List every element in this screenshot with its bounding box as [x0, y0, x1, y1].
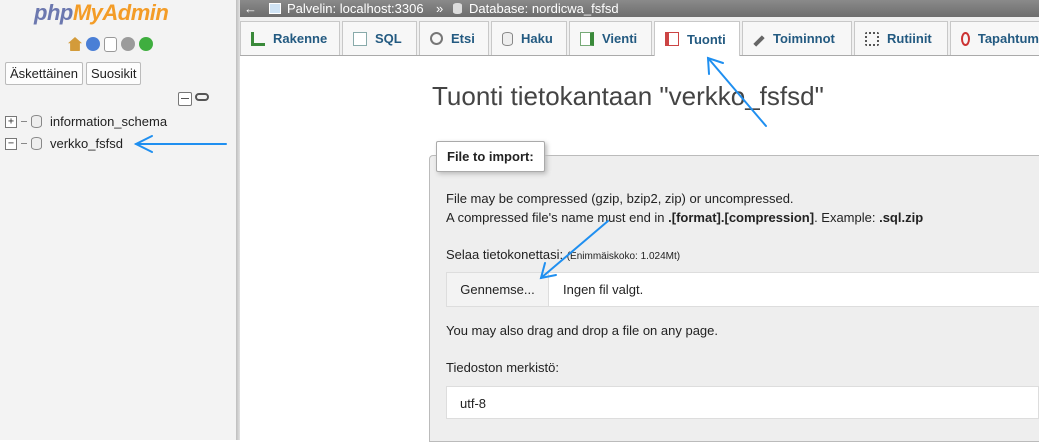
tab-routines[interactable]: Rutiinit: [854, 21, 948, 55]
file-status-text: Ingen fil valgt.: [563, 282, 644, 297]
favorites-tab[interactable]: Suosikit: [85, 62, 142, 85]
tree-line: [21, 121, 27, 122]
browse-button[interactable]: Gennemse...: [447, 273, 549, 306]
routines-icon: [865, 31, 879, 46]
drag-drop-hint: You may also drag and drop a file on any…: [446, 323, 718, 338]
tab-query[interactable]: Haku: [491, 21, 567, 55]
clock-icon: [961, 31, 970, 46]
page-title: Tuonti tietokantaan "verkko_fsfsd": [432, 81, 824, 111]
tab-events[interactable]: Tapahtum: [950, 21, 1039, 55]
db-tree-item-verkko-fsfsd[interactable]: − verkko_fsfsd: [5, 136, 123, 151]
tab-sql[interactable]: SQL: [342, 21, 417, 55]
search-icon: [430, 32, 443, 45]
reload-icon[interactable]: [139, 37, 153, 51]
charset-label: Tiedoston merkistö:: [446, 360, 559, 375]
tab-structure[interactable]: Rakenne: [240, 21, 340, 55]
compression-info: File may be compressed (gzip, bzip2, zip…: [446, 191, 794, 206]
sidebar-resize-handle[interactable]: [236, 0, 240, 440]
navigation-sidebar: phpMyAdmin Äskettäinen Suosikit + inform…: [0, 0, 237, 440]
docs-icon[interactable]: [104, 37, 117, 52]
import-icon: [665, 32, 679, 46]
db-tree-item-information-schema[interactable]: + information_schema: [5, 114, 167, 129]
sql-icon: [353, 31, 367, 46]
arrow-to-import-tab-head: [706, 56, 724, 75]
structure-icon: [251, 31, 265, 46]
main-tab-bar: Rakenne SQL Etsi Haku Vienti Tuonti Toim…: [240, 17, 1039, 56]
charset-select[interactable]: utf-8: [446, 386, 1039, 419]
operations-icon: [753, 35, 765, 47]
database-icon: [31, 115, 42, 128]
recent-favorites-tabs: Äskettäinen Suosikit: [5, 62, 142, 85]
compression-format-info: A compressed file's name must end in .[f…: [446, 210, 924, 225]
database-icon: [453, 3, 462, 14]
home-icon[interactable]: [68, 37, 82, 51]
file-input[interactable]: Gennemse... Ingen fil valgt.: [446, 272, 1039, 307]
recent-tab[interactable]: Äskettäinen: [5, 62, 83, 85]
breadcrumb-server[interactable]: Palvelin: localhost:3306: [287, 0, 424, 17]
link-icon[interactable]: [195, 93, 209, 101]
back-arrow-icon[interactable]: ←: [244, 0, 257, 17]
tab-export[interactable]: Vienti: [569, 21, 652, 55]
export-icon: [580, 31, 594, 46]
collapse-icon[interactable]: −: [5, 137, 17, 150]
database-icon: [31, 137, 42, 150]
tree-line: [21, 143, 27, 144]
help-icon[interactable]: [86, 37, 100, 51]
max-size-note: (Enimmäiskoko: 1.024Mt): [566, 251, 681, 262]
quick-icons: [68, 37, 153, 52]
db-name[interactable]: verkko_fsfsd: [50, 136, 123, 151]
query-icon: [502, 31, 513, 46]
expand-icon[interactable]: +: [5, 115, 17, 128]
fieldset-legend: File to import:: [436, 141, 545, 172]
collapse-all-icon[interactable]: [178, 92, 192, 106]
breadcrumb-bar: ← Palvelin: localhost:3306 » Database: n…: [240, 0, 1039, 17]
settings-icon[interactable]: [121, 37, 135, 51]
tree-controls: [178, 92, 209, 106]
phpmyadmin-logo[interactable]: phpMyAdmin: [34, 0, 169, 26]
tab-import[interactable]: Tuonti: [654, 21, 740, 56]
tab-operations[interactable]: Toiminnot: [742, 21, 852, 55]
db-name[interactable]: information_schema: [50, 114, 167, 129]
browse-label: Selaa tietokonettasi: (Enimmäiskoko: 1.0…: [446, 247, 681, 262]
breadcrumb-database[interactable]: Database: nordicwa_fsfsd: [469, 0, 619, 17]
tab-search[interactable]: Etsi: [419, 21, 489, 55]
server-icon: [269, 3, 281, 14]
breadcrumb-separator: »: [436, 1, 444, 16]
